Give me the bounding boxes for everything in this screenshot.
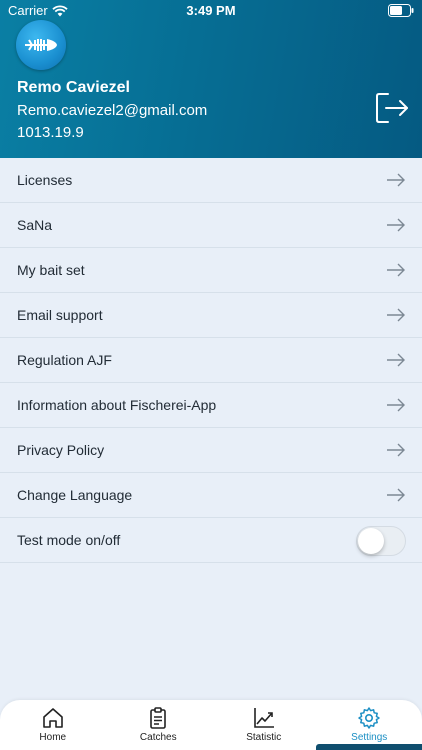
menu-item-email-support[interactable]: Email support (0, 293, 422, 338)
arrow-right-icon (387, 308, 405, 322)
arrow-right-icon (387, 353, 405, 367)
arrow-right-icon (387, 263, 405, 277)
tab-home[interactable]: Home (0, 700, 106, 750)
profile-header: Carrier 3:49 PM Remo Caviezel Remo.cavie… (0, 0, 422, 158)
settings-menu: Licenses SaNa My bait set Email support … (0, 158, 422, 563)
fish-skeleton-icon (25, 39, 57, 51)
menu-item-bait-set[interactable]: My bait set (0, 248, 422, 293)
menu-item-label: Email support (17, 307, 103, 323)
tab-statistic[interactable]: Statistic (211, 700, 317, 750)
home-icon (42, 708, 63, 728)
menu-item-label: Change Language (17, 487, 133, 503)
arrow-right-icon (387, 173, 405, 187)
menu-item-label: Regulation AJF (17, 352, 112, 368)
clipboard-icon (150, 707, 167, 729)
menu-item-information[interactable]: Information about Fischerei-App (0, 383, 422, 428)
logout-button[interactable] (374, 90, 410, 126)
menu-item-test-mode: Test mode on/off (0, 518, 422, 563)
menu-item-label: SaNa (17, 217, 53, 233)
app-logo (16, 20, 66, 70)
menu-item-label: Licenses (17, 172, 73, 188)
app-version: 1013.19.9 (17, 124, 84, 141)
menu-item-label: Privacy Policy (17, 442, 105, 458)
gear-icon (358, 707, 380, 729)
test-mode-toggle[interactable] (356, 526, 406, 556)
tab-catches[interactable]: Catches (106, 700, 212, 750)
menu-item-label: Test mode on/off (17, 532, 121, 548)
tab-label: Catches (139, 732, 177, 743)
menu-item-sana[interactable]: SaNa (0, 203, 422, 248)
logout-icon (376, 93, 408, 123)
tab-bar: Home Catches Statistic Settings (0, 700, 422, 750)
battery-icon (388, 4, 414, 20)
arrow-right-icon (387, 398, 405, 412)
home-indicator (316, 744, 422, 750)
toggle-knob (358, 528, 384, 554)
user-name: Remo Caviezel (17, 79, 130, 96)
menu-item-regulation[interactable]: Regulation AJF (0, 338, 422, 383)
menu-item-label: Information about Fischerei-App (17, 397, 217, 413)
tab-settings[interactable]: Settings (317, 700, 422, 750)
tab-label: Home (39, 732, 67, 743)
arrow-right-icon (387, 443, 405, 457)
tab-label: Settings (351, 732, 388, 743)
user-email: Remo.caviezel2@gmail.com (17, 102, 208, 119)
menu-item-change-language[interactable]: Change Language (0, 473, 422, 518)
menu-item-licenses[interactable]: Licenses (0, 158, 422, 203)
tab-label: Statistic (246, 732, 282, 743)
arrow-right-icon (387, 218, 405, 232)
chart-icon (253, 708, 274, 728)
menu-item-privacy-policy[interactable]: Privacy Policy (0, 428, 422, 473)
status-time: 3:49 PM (186, 3, 236, 18)
menu-item-label: My bait set (17, 262, 85, 278)
arrow-right-icon (387, 488, 405, 502)
status-bar: Carrier 3:49 PM (0, 0, 422, 22)
